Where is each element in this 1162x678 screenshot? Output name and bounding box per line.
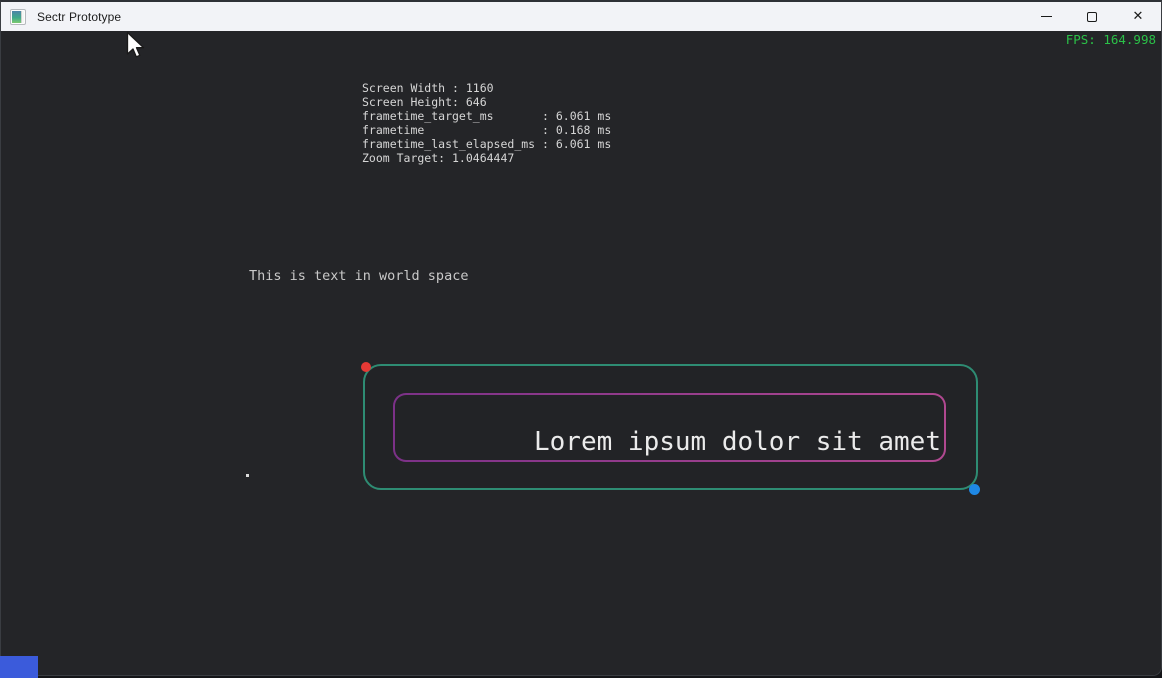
app-canvas[interactable]: FPS: 164.998 Screen Width : 1160 Screen … bbox=[1, 31, 1161, 675]
desktop-corner-fragment bbox=[0, 656, 38, 678]
titlebar[interactable]: Sectr Prototype ✕ bbox=[1, 2, 1161, 31]
app-icon-pane bbox=[21, 11, 24, 23]
drag-handle-top-left[interactable] bbox=[361, 362, 371, 372]
text-box-fill: Lorem ipsum dolor sit amet bbox=[395, 395, 944, 460]
app-window: Sectr Prototype ✕ FPS: 164.998 Screen Wi… bbox=[0, 0, 1162, 676]
window-controls: ✕ bbox=[1023, 2, 1161, 31]
app-icon-pane bbox=[12, 11, 21, 23]
app-icon bbox=[10, 9, 26, 25]
minimize-icon bbox=[1041, 16, 1052, 17]
maximize-button[interactable] bbox=[1069, 2, 1115, 31]
maximize-icon bbox=[1087, 12, 1097, 22]
selection-box[interactable]: Lorem ipsum dolor sit amet bbox=[363, 364, 978, 490]
fps-counter: FPS: 164.998 bbox=[1066, 32, 1156, 47]
text-box[interactable]: Lorem ipsum dolor sit amet bbox=[393, 393, 946, 462]
close-icon: ✕ bbox=[1133, 10, 1144, 23]
lorem-text: Lorem ipsum dolor sit amet bbox=[534, 427, 941, 457]
world-origin-marker bbox=[246, 474, 249, 477]
minimize-button[interactable] bbox=[1023, 2, 1069, 31]
debug-stats: Screen Width : 1160 Screen Height: 646 f… bbox=[362, 81, 611, 165]
world-space-text: This is text in world space bbox=[249, 268, 468, 284]
window-title: Sectr Prototype bbox=[37, 10, 121, 24]
close-button[interactable]: ✕ bbox=[1115, 2, 1161, 31]
drag-handle-bottom-right[interactable] bbox=[969, 484, 980, 495]
